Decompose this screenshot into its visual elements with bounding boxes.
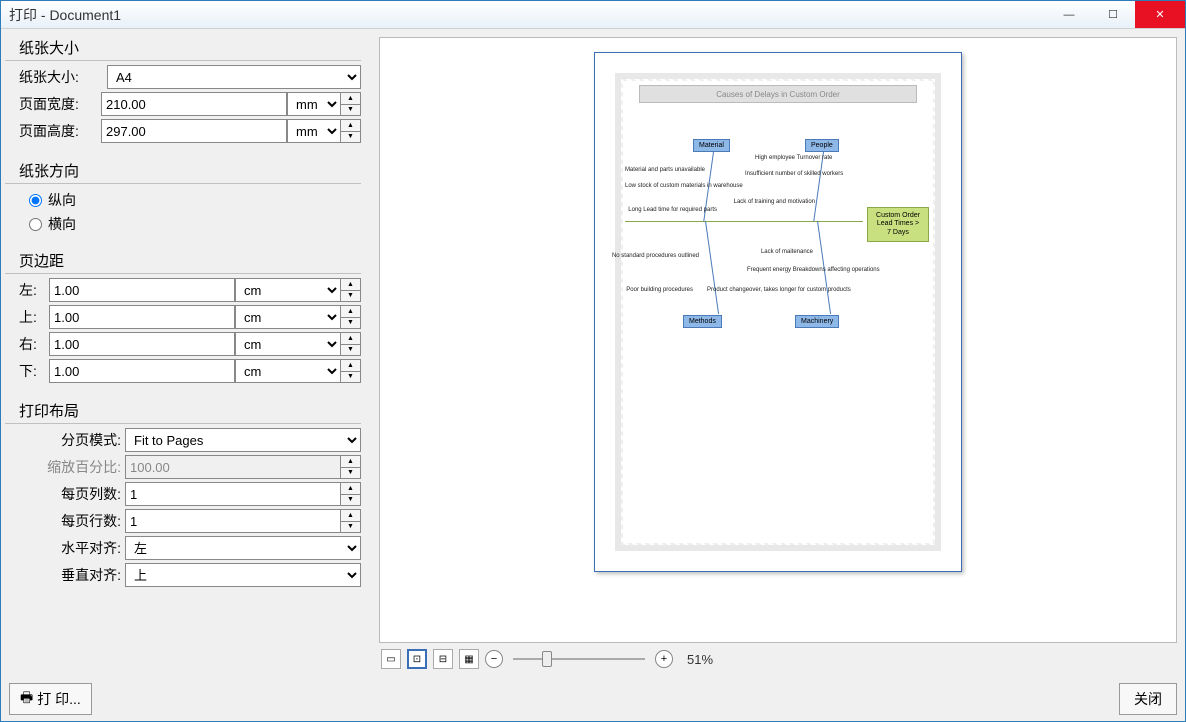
cause-mat3: Long Lead time for required parts xyxy=(628,207,717,214)
mr-down[interactable]: ▼ xyxy=(341,345,360,356)
fishbone-diagram: Custom Order Lead Times > 7 Days Materia… xyxy=(623,111,933,331)
margin-left-input[interactable] xyxy=(49,278,235,302)
result-box: Custom Order Lead Times > 7 Days xyxy=(867,207,929,242)
margin-right-label: 右: xyxy=(19,334,49,354)
paging-label: 分页模式: xyxy=(19,430,125,450)
cause-mth1: No standard procedures outlined xyxy=(612,253,699,260)
cols-up[interactable]: ▲ xyxy=(341,483,360,495)
cause-mch3: Product changeover, takes longer for cus… xyxy=(707,287,807,294)
cat-machinery: Machinery xyxy=(795,315,839,328)
printer-icon: 🖶 xyxy=(20,687,33,711)
margin-left-unit[interactable]: cm xyxy=(235,278,341,302)
cols-down[interactable]: ▼ xyxy=(341,495,360,506)
page-width-label: 页面宽度: xyxy=(19,94,101,114)
ml-up[interactable]: ▲ xyxy=(341,279,360,291)
group-margins: 页边距 xyxy=(5,246,361,274)
margin-top-label: 上: xyxy=(19,307,49,327)
orientation-landscape[interactable]: 横向 xyxy=(5,212,361,236)
preview-area[interactable]: Causes of Delays in Custom Order Custom … xyxy=(379,37,1177,643)
scale-up: ▲ xyxy=(341,456,360,468)
zoom-mode-grid-icon[interactable]: ▦ xyxy=(459,649,479,669)
cause-mch1: Lack of maitenance xyxy=(761,249,813,256)
cause-mth2: Poor building procedures xyxy=(626,287,693,294)
maximize-button[interactable]: ☐ xyxy=(1091,1,1135,28)
halign-label: 水平对齐: xyxy=(19,538,125,558)
scale-label: 缩放百分比: xyxy=(19,457,125,477)
width-up[interactable]: ▲ xyxy=(341,93,360,105)
valign-select[interactable]: 上 xyxy=(125,563,361,587)
margin-top-unit[interactable]: cm xyxy=(235,305,341,329)
margin-right-input[interactable] xyxy=(49,332,235,356)
margin-top-input[interactable] xyxy=(49,305,235,329)
page-height-label: 页面高度: xyxy=(19,121,101,141)
cat-people: People xyxy=(805,139,839,152)
zoom-slider[interactable] xyxy=(509,649,649,669)
group-orientation: 纸张方向 xyxy=(5,156,361,184)
ml-down[interactable]: ▼ xyxy=(341,291,360,302)
print-button[interactable]: 🖶打 印... xyxy=(9,683,92,715)
zoom-mode-page-icon[interactable]: ▭ xyxy=(381,649,401,669)
width-down[interactable]: ▼ xyxy=(341,105,360,116)
paper-size-label: 纸张大小: xyxy=(19,67,107,87)
mt-down[interactable]: ▼ xyxy=(341,318,360,329)
mt-up[interactable]: ▲ xyxy=(341,306,360,318)
settings-panel: 纸张大小 纸张大小: A4 页面宽度: mm ▲▼ 页面高度: xyxy=(1,29,371,677)
mr-up[interactable]: ▲ xyxy=(341,333,360,345)
cat-methods: Methods xyxy=(683,315,722,328)
cause-ppl2: Insufficient number of skilled workers xyxy=(745,171,815,178)
scale-input xyxy=(125,455,341,479)
zoom-mode-width-icon[interactable]: ⊟ xyxy=(433,649,453,669)
bottom-bar: 🖶打 印... 关闭 xyxy=(1,677,1185,721)
group-layout: 打印布局 xyxy=(5,396,361,424)
mb-up[interactable]: ▲ xyxy=(341,360,360,372)
cols-input[interactable] xyxy=(125,482,341,506)
cat-material: Material xyxy=(693,139,730,152)
height-down[interactable]: ▼ xyxy=(341,132,360,143)
preview-page: Causes of Delays in Custom Order Custom … xyxy=(594,52,962,572)
margin-bottom-input[interactable] xyxy=(49,359,235,383)
window-title: 打印 - Document1 xyxy=(9,5,1047,25)
paper-size-select[interactable]: A4 xyxy=(107,65,361,89)
zoom-mode-fit-icon[interactable]: ⊡ xyxy=(407,649,427,669)
cause-ppl1: High employee Turnover rate xyxy=(755,155,815,162)
cause-mat1: Material and parts unavailable xyxy=(625,167,705,174)
halign-select[interactable]: 左 xyxy=(125,536,361,560)
window-close-button[interactable]: ✕ xyxy=(1135,1,1185,28)
group-paper-size: 纸张大小 xyxy=(5,33,361,61)
cause-mat2: Low stock of custom materials in warehou… xyxy=(625,183,705,190)
cause-ppl3: Lack of training and motivation xyxy=(734,199,815,206)
scale-down: ▼ xyxy=(341,468,360,479)
page-height-input[interactable] xyxy=(101,119,287,143)
rows-down[interactable]: ▼ xyxy=(341,522,360,533)
zoom-toolbar: ▭ ⊡ ⊟ ▦ − + 51% xyxy=(379,643,1177,669)
preview-panel: Causes of Delays in Custom Order Custom … xyxy=(371,29,1185,677)
margin-bottom-unit[interactable]: cm xyxy=(235,359,341,383)
diagram-title: Causes of Delays in Custom Order xyxy=(639,85,917,103)
valign-label: 垂直对齐: xyxy=(19,565,125,585)
margin-left-label: 左: xyxy=(19,280,49,300)
zoom-out-button[interactable]: − xyxy=(485,650,503,668)
margin-right-unit[interactable]: cm xyxy=(235,332,341,356)
close-button[interactable]: 关闭 xyxy=(1119,683,1177,715)
zoom-in-button[interactable]: + xyxy=(655,650,673,668)
mb-down[interactable]: ▼ xyxy=(341,372,360,383)
print-dialog: 打印 - Document1 — ☐ ✕ 纸张大小 纸张大小: A4 页面宽度: xyxy=(0,0,1186,722)
cols-label: 每页列数: xyxy=(19,484,125,504)
margin-bottom-label: 下: xyxy=(19,361,49,381)
page-width-unit[interactable]: mm xyxy=(287,92,341,116)
height-up[interactable]: ▲ xyxy=(341,120,360,132)
paging-select[interactable]: Fit to Pages xyxy=(125,428,361,452)
orientation-portrait[interactable]: 纵向 xyxy=(5,188,361,212)
zoom-percent: 51% xyxy=(687,652,713,667)
minimize-button[interactable]: — xyxy=(1047,1,1091,28)
page-width-input[interactable] xyxy=(101,92,287,116)
rows-label: 每页行数: xyxy=(19,511,125,531)
titlebar: 打印 - Document1 — ☐ ✕ xyxy=(1,1,1185,29)
page-height-unit[interactable]: mm xyxy=(287,119,341,143)
rows-up[interactable]: ▲ xyxy=(341,510,360,522)
rows-input[interactable] xyxy=(125,509,341,533)
cause-mch2: Frequent energy Breakdowns affecting ope… xyxy=(747,267,847,274)
